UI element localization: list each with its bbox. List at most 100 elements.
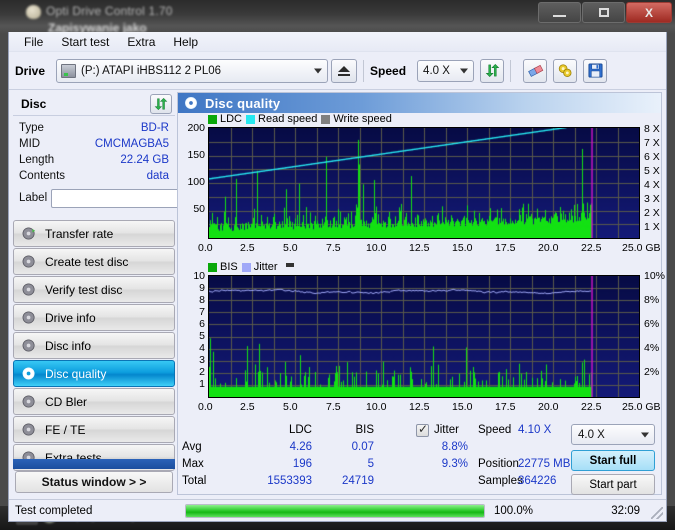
ldc-y2tick: 8 X [644,123,660,135]
legend-read-speed: Read speed [246,113,317,125]
refresh-arrows-icon [154,97,168,110]
legend-swatch-extra [285,262,294,267]
bis-xtick: 25.0 GB [622,401,661,413]
start-full-button[interactable]: Start full [571,450,655,471]
progress-percent: 100.0% [494,504,534,517]
sidebar-item-label: FE / TE [45,422,86,437]
disc-icon [185,97,197,109]
speed-select[interactable]: 4.0 X [417,59,475,82]
bis-xtick: 12.5 [409,401,430,413]
bis-xtick: 17.5 [495,401,516,413]
ldc-chart: LDC Read speed Write speed 200 150 100 5… [178,113,661,261]
legend-label: LDC [220,113,243,125]
refresh-arrows-icon [485,64,499,77]
stats-max-bis: 5 [367,458,374,470]
minimize-icon [539,3,580,22]
status-window-button[interactable]: Status window > > [15,471,173,493]
jitter-checkbox[interactable] [416,422,429,437]
sidebar-item-drive-info[interactable]: Drive info [13,304,175,331]
disc-icon [22,395,35,408]
disc-row-mid: MID CMCMAGBA5 [13,136,175,152]
start-part-button[interactable]: Start part [571,474,655,495]
ldc-y2tick: 6 X [644,151,660,163]
speed-select-value: 4.0 X [423,64,450,77]
sidebar-item-label: CD Bler [45,394,88,409]
legend-swatch-read-speed [246,114,256,124]
stats-speed-label: Speed [478,424,512,436]
sidebar-item-transfer-rate[interactable]: Transfer rate [13,220,175,247]
bis-xtick: 0.0 [198,401,213,413]
disc-key: Type [19,122,44,134]
legend-swatch-bis [208,262,217,272]
ldc-xtick: 12.5 [409,242,430,254]
disc-value: CMCMAGBA5 [94,138,169,150]
disc-icon [22,339,35,352]
disc-icon [22,367,35,380]
bis-ytick: 5 [199,330,205,342]
status-window-label: Status window > > [41,475,147,489]
legend-label: BIS [220,261,238,273]
sidebar-item-cd-bler[interactable]: CD Bler [13,388,175,415]
sidebar-nav: Transfer rate Create test disc Verify te… [13,220,175,472]
bis-y2tick: 6% [644,318,660,330]
background-window-icon [26,5,41,19]
sidebar-item-create-test-disc[interactable]: Create test disc [13,248,175,275]
eraser-icon [527,64,543,77]
legend-ldc: LDC [208,113,242,125]
drive-label: Drive [15,63,46,78]
ldc-y2tick: 1 X [644,221,660,233]
close-button[interactable]: X [626,2,672,23]
bis-y2tick: 4% [644,342,660,354]
sidebar-accent-strip [13,459,175,469]
speed-label: Speed [370,63,407,78]
settings-button[interactable] [553,58,578,83]
bis-plot-area [208,275,640,398]
menu-start-test[interactable]: Start test [52,33,118,51]
disc-label-row: Label [13,186,256,210]
bis-xtick: 22.5 [581,401,602,413]
sidebar-item-label: Drive info [45,310,96,325]
erase-button[interactable] [523,58,548,83]
ldc-y2tick: 7 X [644,137,660,149]
menu-help[interactable]: Help [164,33,207,51]
bis-ytick: 4 [199,342,205,354]
refresh-button[interactable] [480,58,505,83]
ldc-plot-area [208,127,640,239]
disc-icon [22,255,35,268]
disc-icon [22,227,36,240]
panel-title: Disc quality [205,95,281,111]
bis-ytick: 8 [199,294,205,306]
elapsed-time: 32:09 [611,504,640,517]
ldc-y2tick: 2 X [644,207,660,219]
drive-select[interactable]: (P:) ATAPI iHBS112 2 PL06 [56,58,329,83]
save-disk-icon [588,63,603,78]
eject-button[interactable] [331,58,358,83]
sidebar-item-verify-test-disc[interactable]: Verify test disc [13,276,175,303]
resize-grip[interactable] [651,507,663,519]
sidebar-item-fe-te[interactable]: FE / TE [13,416,175,443]
panel-header: Disc quality [178,93,661,113]
disc-row-length: Length 22.24 GB [13,152,175,168]
save-button[interactable] [583,58,608,83]
drive-icon [61,63,77,78]
legend-label: Write speed [333,113,392,125]
disc-refresh-button[interactable] [150,93,172,114]
sidebar-item-disc-quality[interactable]: Disc quality [13,360,175,387]
chevron-down-icon [314,68,323,73]
ldc-xtick: 22.5 [581,242,602,254]
minimize-button[interactable] [538,2,581,23]
progress-bar-fill [186,504,484,517]
menu-file[interactable]: File [15,33,52,51]
disc-row-type: Type BD-R [13,120,175,136]
application-window: File Start test Extra Help Drive (P:) AT… [8,32,667,522]
legend-swatch-jitter [241,262,251,272]
sidebar-item-label: Create test disc [45,254,129,269]
maximize-button[interactable] [582,2,625,23]
sidebar-item-disc-info[interactable]: Disc info [13,332,175,359]
chevron-down-icon [641,432,649,437]
menu-extra[interactable]: Extra [118,33,164,51]
test-speed-select[interactable]: 4.0 X [571,424,655,445]
stats-row-label-max: Max [182,458,204,470]
ldc-xtick: 15.0 [452,242,473,254]
disc-quality-panel: Disc quality LDC Read speed Write speed [177,92,665,495]
